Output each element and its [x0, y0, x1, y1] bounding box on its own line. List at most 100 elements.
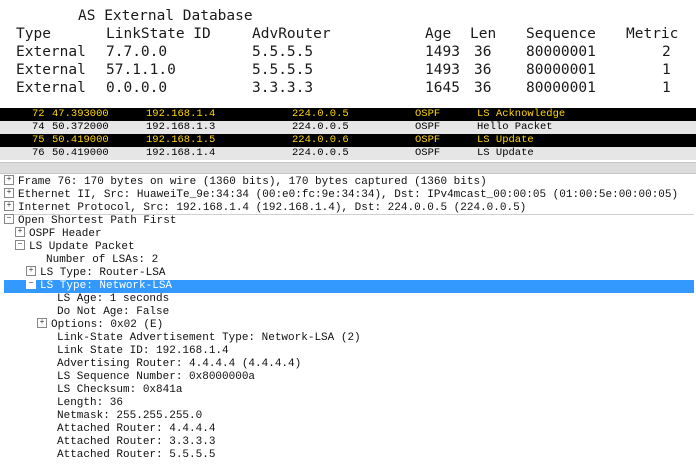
packet-source: 192.168.1.4 [146, 147, 216, 159]
tree-field[interactable]: Attached Router: 3.3.3.3 [37, 436, 215, 449]
db-row-len: 36 [474, 62, 492, 78]
tree-field[interactable]: Attached Router: 4.4.4.4 [37, 423, 215, 436]
expand-icon[interactable]: + [15, 227, 25, 238]
db-row-linkstate-id: 57.1.1.0 [106, 62, 176, 78]
collapse-icon[interactable]: − [26, 279, 36, 290]
pane-splitter[interactable] [0, 162, 696, 174]
packet-list[interactable]: 72 47.393000 192.168.1.4 224.0.0.5 OSPF LS Ac… [0, 108, 696, 160]
tree-node[interactable]: + LS Type: Router-LSA [26, 266, 165, 280]
tree-text: Attached Router: 3.3.3.3 [57, 436, 216, 448]
as-external-database: AS External Database Type LinkState ID A… [0, 0, 696, 100]
header-type: Type [16, 26, 51, 42]
tree-text: Internet Protocol, Src: 192.168.1.4 (192… [18, 202, 527, 214]
header-advrouter: AdvRouter [252, 26, 331, 42]
expand-icon[interactable]: + [4, 175, 14, 186]
packet-time: 50.372000 [52, 121, 109, 133]
packet-source: 192.168.1.3 [146, 121, 216, 133]
packet-protocol: OSPF [415, 134, 441, 146]
db-row-type: External [16, 44, 86, 60]
header-metric: Metric [626, 26, 679, 42]
tree-field[interactable]: Attached Router: 5.5.5.5 [37, 449, 215, 462]
packet-time: 50.419000 [52, 147, 109, 159]
tree-text: Ethernet II, Src: HuaweiTe_9e:34:34 (00:… [18, 189, 679, 201]
db-row-len: 36 [474, 80, 492, 96]
packet-details-tree[interactable]: + Frame 76: 170 bytes on wire (1360 bits)… [4, 175, 694, 465]
tree-field[interactable]: Number of LSAs: 2 [26, 254, 158, 267]
tree-field[interactable]: LS Checksum: 0x841a [37, 384, 182, 397]
tree-field[interactable]: Do Not Age: False [37, 306, 169, 319]
db-row-linkstate-id: 0.0.0.0 [106, 80, 168, 96]
db-row-age: 1493 [425, 62, 460, 78]
db-row-len: 36 [474, 44, 492, 60]
header-linkstate-id: LinkState ID [106, 26, 211, 42]
db-row-sequence: 80000001 [526, 44, 596, 60]
tree-text: Netmask: 255.255.255.0 [57, 410, 203, 422]
tree-field[interactable]: Length: 36 [37, 397, 123, 410]
db-row-sequence: 80000001 [526, 62, 596, 78]
tree-text: Options: 0x02 (E) [51, 319, 164, 331]
packet-number: 74 [32, 121, 45, 133]
tree-text: Do Not Age: False [57, 306, 170, 318]
tree-node[interactable]: − LS Update Packet [15, 240, 135, 254]
packet-time: 50.419000 [52, 134, 109, 146]
packet-number: 75 [32, 134, 45, 146]
packet-protocol: OSPF [415, 121, 441, 133]
collapse-icon[interactable]: − [4, 214, 14, 225]
packet-info: LS Update [477, 134, 534, 146]
tree-text: Link-State Advertisement Type: Network-L… [57, 332, 361, 344]
db-row-advrouter: 3.3.3.3 [252, 80, 314, 96]
packet-row[interactable]: 76 50.419000 192.168.1.4 224.0.0.5 OSPF LS Up… [0, 147, 696, 160]
expand-icon[interactable]: + [4, 188, 14, 199]
tree-node[interactable]: + Options: 0x02 (E) [37, 318, 164, 332]
packet-info: LS Update [477, 147, 534, 159]
tree-node[interactable]: − Open Shortest Path First [4, 214, 176, 228]
db-row-age: 1493 [425, 44, 460, 60]
packet-info: Hello Packet [477, 121, 553, 133]
tree-field[interactable]: Netmask: 255.255.255.0 [37, 410, 202, 423]
tree-node[interactable]: + Ethernet II, Src: HuaweiTe_9e:34:34 (00… [4, 188, 679, 202]
packet-number: 72 [32, 108, 45, 120]
expand-icon[interactable]: + [37, 318, 47, 329]
db-row-linkstate-id: 7.7.0.0 [106, 44, 168, 60]
packet-row[interactable]: 72 47.393000 192.168.1.4 224.0.0.5 OSPF LS Ac… [0, 108, 696, 121]
expand-icon[interactable]: + [26, 266, 36, 277]
tree-text: Advertising Router: 4.4.4.4 (4.4.4.4) [57, 358, 302, 370]
tree-field[interactable]: Advertising Router: 4.4.4.4 (4.4.4.4) [37, 358, 301, 371]
db-row-type: External [16, 80, 86, 96]
tree-node[interactable]: + OSPF Header [15, 227, 102, 241]
tree-text: LS Age: 1 seconds [57, 293, 170, 305]
tree-node[interactable]: − LS Type: Network-LSA [4, 279, 694, 293]
tree-field[interactable]: LS Age: 1 seconds [37, 293, 169, 306]
packet-source: 192.168.1.4 [146, 108, 216, 120]
db-row-age: 1645 [425, 80, 460, 96]
db-row-type: External [16, 62, 86, 78]
tree-text: Frame 76: 170 bytes on wire (1360 bits),… [18, 176, 487, 188]
packet-source: 192.168.1.5 [146, 134, 216, 146]
tree-node[interactable]: + Frame 76: 170 bytes on wire (1360 bits)… [4, 175, 487, 189]
db-row-metric: 2 [662, 44, 671, 60]
packet-protocol: OSPF [415, 108, 441, 120]
tree-text: Attached Router: 5.5.5.5 [57, 449, 216, 461]
packet-row[interactable]: 75 50.419000 192.168.1.5 224.0.0.6 OSPF LS Up… [0, 134, 696, 147]
header-len: Len [470, 26, 497, 42]
tree-text: LS Checksum: 0x841a [57, 384, 183, 396]
tree-field[interactable]: Link State ID: 192.168.1.4 [37, 345, 229, 358]
tree-field[interactable]: Link-State Advertisement Type: Network-L… [37, 332, 361, 345]
collapse-icon[interactable]: − [15, 240, 25, 251]
packet-row[interactable]: 74 50.372000 192.168.1.3 224.0.0.5 OSPF Hello… [0, 121, 696, 134]
db-row-advrouter: 5.5.5.5 [252, 44, 314, 60]
header-sequence: Sequence [526, 26, 596, 42]
db-row-metric: 1 [662, 80, 671, 96]
header-age: Age [425, 26, 452, 42]
packet-destination: 224.0.0.5 [292, 147, 349, 159]
tree-field[interactable]: LS Sequence Number: 0x8000000a [37, 371, 255, 384]
tree-text: Link State ID: 192.168.1.4 [57, 345, 229, 357]
expand-icon[interactable]: + [4, 201, 14, 212]
db-row-metric: 1 [662, 62, 671, 78]
db-row-advrouter: 5.5.5.5 [252, 62, 314, 78]
packet-destination: 224.0.0.6 [292, 134, 349, 146]
tree-text: Length: 36 [57, 397, 124, 409]
packet-number: 76 [32, 147, 45, 159]
tree-text: LS Sequence Number: 0x8000000a [57, 371, 256, 383]
packet-time: 47.393000 [52, 108, 109, 120]
